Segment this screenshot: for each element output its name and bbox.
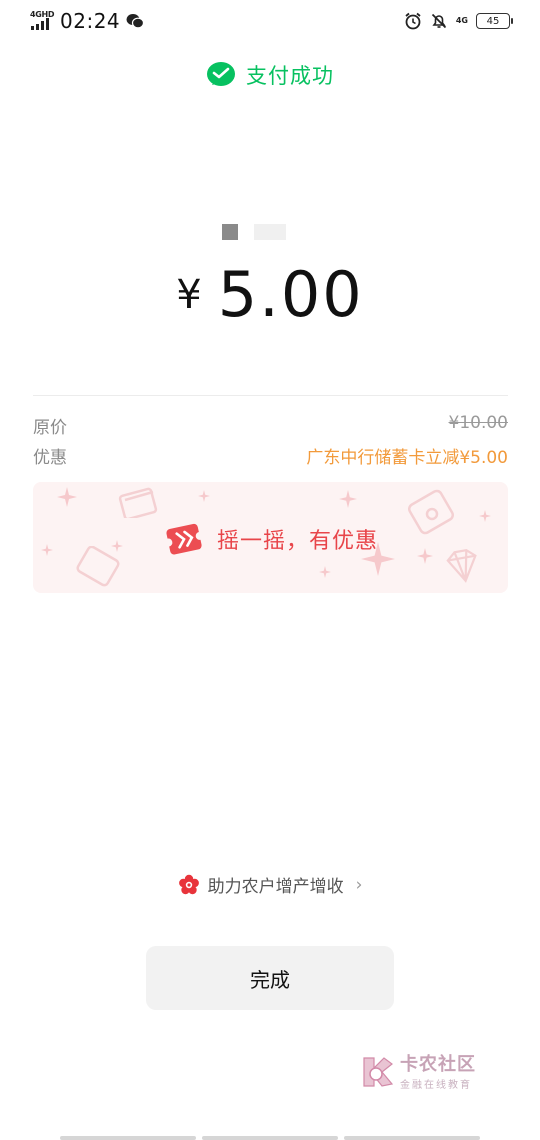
wechat-notification-icon bbox=[126, 14, 145, 29]
gift-decoration-icon bbox=[118, 487, 158, 518]
watermark-subtitle: 金融在线教育 bbox=[400, 1080, 472, 1091]
battery-level: 45 bbox=[486, 15, 500, 27]
sparkle-decoration-icon bbox=[111, 540, 123, 552]
sparkle-decoration-icon bbox=[319, 566, 331, 578]
network-type-right: 4G bbox=[455, 16, 468, 25]
sparkle-decoration-icon bbox=[41, 544, 53, 556]
alarm-icon bbox=[405, 12, 421, 30]
done-button[interactable]: 完成 bbox=[146, 946, 394, 1010]
shake-promo-text: 摇一摇，有优惠 bbox=[217, 529, 379, 554]
sparkle-decoration-icon bbox=[57, 487, 77, 507]
battery-icon: 45 bbox=[476, 13, 513, 29]
wechat-pay-icon bbox=[207, 62, 235, 86]
status-time: 02:24 bbox=[60, 9, 121, 33]
discount-label: 优惠 bbox=[33, 448, 67, 468]
farmer-support-link[interactable]: 助力农户增产增收 › bbox=[0, 872, 540, 897]
status-bar: 4GHD 02:24 4G 45 bbox=[0, 0, 540, 42]
kanong-logo-icon bbox=[363, 1056, 394, 1087]
system-navigation-bar bbox=[60, 1136, 480, 1140]
amount-value: 5.00 bbox=[217, 258, 364, 331]
red-flower-icon bbox=[178, 874, 199, 894]
wallet-decoration-icon bbox=[407, 489, 455, 535]
sparkle-decoration-icon bbox=[198, 490, 210, 502]
farmer-support-text: 助力农户增产增收 bbox=[207, 877, 344, 897]
sparkle-decoration-icon bbox=[417, 548, 433, 564]
diamond-decoration-icon bbox=[446, 549, 477, 583]
success-title: 支付成功 bbox=[246, 64, 334, 88]
watermark: 卡农社区 金融在线教育 bbox=[360, 1050, 476, 1091]
payment-amount: ¥5.00 bbox=[0, 258, 540, 331]
merchant-name-blurred bbox=[222, 224, 286, 240]
mute-bell-icon bbox=[431, 13, 446, 29]
original-price-label: 原价 bbox=[33, 418, 67, 438]
shake-ticket-icon bbox=[164, 523, 204, 555]
original-price-row: 原价 ¥10.00 bbox=[33, 413, 508, 438]
sparkle-decoration-icon bbox=[479, 510, 491, 522]
ticket-decoration-icon bbox=[76, 546, 120, 587]
divider bbox=[33, 395, 508, 396]
discount-row: 优惠 广东中行储蓄卡立减¥5.00 bbox=[33, 443, 508, 468]
cellular-signal-icon: 4GHD bbox=[30, 10, 55, 32]
chevron-right-icon: › bbox=[355, 874, 363, 895]
payment-success-header: 支付成功 bbox=[0, 60, 540, 90]
original-price-value: ¥10.00 bbox=[448, 413, 508, 433]
shake-promo-banner[interactable]: 摇一摇，有优惠 bbox=[33, 482, 508, 593]
currency-symbol: ¥ bbox=[176, 272, 204, 318]
watermark-title: 卡农社区 bbox=[400, 1054, 476, 1075]
discount-value: 广东中行储蓄卡立减¥5.00 bbox=[306, 448, 508, 468]
sparkle-decoration-icon bbox=[339, 490, 357, 508]
